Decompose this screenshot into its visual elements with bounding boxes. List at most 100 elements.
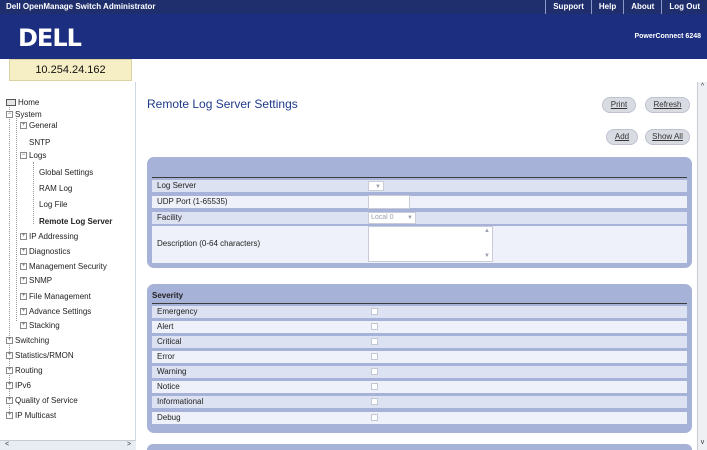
expand-icon[interactable]: + [20,233,27,241]
top-bar: Dell OpenManage Switch Administrator Sup… [0,0,707,14]
emergency-checkbox[interactable] [371,308,378,315]
refresh-button[interactable]: Refresh [645,97,690,113]
nav-file-management-label: File Management [29,292,91,301]
severity-label-debug: Debug [157,413,181,422]
scroll-right-icon[interactable]: > [124,441,134,450]
error-checkbox[interactable] [371,353,378,360]
nav-snmp[interactable]: + SNMP [20,275,52,286]
nav-advance-settings[interactable]: + Advance Settings [20,306,91,317]
nav-global-settings[interactable]: Global Settings [39,167,93,178]
warning-checkbox[interactable] [371,368,378,375]
expand-icon[interactable]: + [20,308,27,316]
collapse-icon[interactable]: − [6,111,13,119]
scroll-down-icon[interactable]: ▼ [484,253,490,259]
expand-icon[interactable]: + [20,277,27,285]
logout-link[interactable]: Log Out [661,0,707,14]
nav-management-security[interactable]: + Management Security [20,261,107,272]
expand-icon[interactable]: + [20,322,27,330]
nav-ip-addressing[interactable]: + IP Addressing [20,231,78,242]
nav-home[interactable]: Home [6,97,39,108]
description-textarea[interactable]: ▲ ▼ [368,226,493,262]
nav-ram-log[interactable]: RAM Log [39,183,72,194]
informational-checkbox[interactable] [371,398,378,405]
facility-value: Local 0 [371,214,394,221]
collapse-icon[interactable]: − [20,152,27,160]
severity-row-notice: Notice [152,381,687,393]
next-panel [147,444,692,450]
facility-select[interactable]: Local 0 ▼ [368,212,416,224]
udp-port-input[interactable] [368,195,410,209]
udp-port-row: UDP Port (1-65535) [152,195,687,209]
nav-diagnostics-label: Diagnostics [29,247,71,256]
expand-icon[interactable]: + [6,352,13,360]
nav-global-settings-label: Global Settings [39,168,94,177]
chevron-down-icon: ▼ [375,184,381,190]
nav-ipv6[interactable]: + IPv6 [6,380,31,391]
support-link[interactable]: Support [545,0,591,14]
nav-file-management[interactable]: + File Management [20,291,91,302]
log-server-select[interactable]: ▼ [368,181,384,191]
expand-icon[interactable]: + [6,382,13,390]
scroll-left-icon[interactable]: < [2,441,12,450]
log-server-label: Log Server [157,181,197,190]
nav-sntp[interactable]: SNTP [29,137,50,148]
nav-log-file-label: Log File [39,200,68,209]
expand-icon[interactable]: + [20,122,27,130]
severity-row-alert: Alert [152,321,687,333]
notice-checkbox[interactable] [371,383,378,390]
scroll-up-icon[interactable]: ^ [698,83,707,93]
expand-icon[interactable]: + [20,263,27,271]
app-title: Dell OpenManage Switch Administrator [6,2,156,11]
nav-routing[interactable]: + Routing [6,365,43,376]
scroll-up-icon[interactable]: ▲ [484,228,490,234]
severity-row-critical: Critical [152,336,687,348]
expand-icon[interactable]: + [6,367,13,375]
nav-tree: Home − System + General SNTP − Logs Global … [0,82,136,440]
severity-label-notice: Notice [157,382,180,391]
print-button[interactable]: Print [602,97,636,113]
about-link[interactable]: About [623,0,661,14]
nav-ip-multicast[interactable]: + IP Multicast [6,410,56,421]
nav-quality-of-service[interactable]: + Quality of Service [6,395,78,406]
severity-label-informational: Informational [157,397,204,406]
help-link[interactable]: Help [590,0,623,14]
scroll-down-icon[interactable]: v [698,439,707,449]
show-all-button[interactable]: Show All [645,129,690,145]
nav-switching[interactable]: + Switching [6,335,49,346]
severity-row-informational: Informational [152,396,687,408]
nav-diagnostics[interactable]: + Diagnostics [20,246,70,257]
expand-icon[interactable]: + [6,337,13,345]
nav-system[interactable]: − System [6,109,42,120]
facility-label: Facility [157,213,182,222]
nav-general[interactable]: + General [20,120,57,131]
brand-bar: DELL PowerConnect 6248 [0,14,707,59]
nav-routing-label: Routing [15,366,43,375]
nav-log-file[interactable]: Log File [39,199,67,210]
severity-label-alert: Alert [157,322,174,331]
severity-label-warning: Warning [157,367,187,376]
expand-icon[interactable]: + [6,412,13,420]
page-title: Remote Log Server Settings [147,97,298,111]
nav-stacking[interactable]: + Stacking [20,320,60,331]
nav-home-label: Home [18,98,40,107]
severity-label-critical: Critical [157,337,182,346]
expand-icon[interactable]: + [20,293,27,301]
log-server-row: Log Server ▼ [152,180,687,192]
debug-checkbox[interactable] [371,414,378,421]
nav-sntp-label: SNTP [29,138,51,147]
nav-logs[interactable]: − Logs [20,150,46,161]
alert-checkbox[interactable] [371,323,378,330]
add-button[interactable]: Add [606,129,638,145]
nav-remote-log-server[interactable]: Remote Log Server [39,216,112,227]
nav-advance-settings-label: Advance Settings [29,307,92,316]
sidebar-hscrollbar[interactable]: < > [0,440,136,450]
severity-label-error: Error [157,352,175,361]
expand-icon[interactable]: + [20,248,27,256]
nav-statistics-rmon[interactable]: + Statistics/RMON [6,350,74,361]
critical-checkbox[interactable] [371,338,378,345]
main-vscrollbar[interactable]: ^ v [697,82,707,450]
expand-icon[interactable]: + [6,397,13,405]
nav-stacking-label: Stacking [29,321,60,330]
nav-system-label: System [15,110,42,119]
severity-row-debug: Debug [152,412,687,424]
